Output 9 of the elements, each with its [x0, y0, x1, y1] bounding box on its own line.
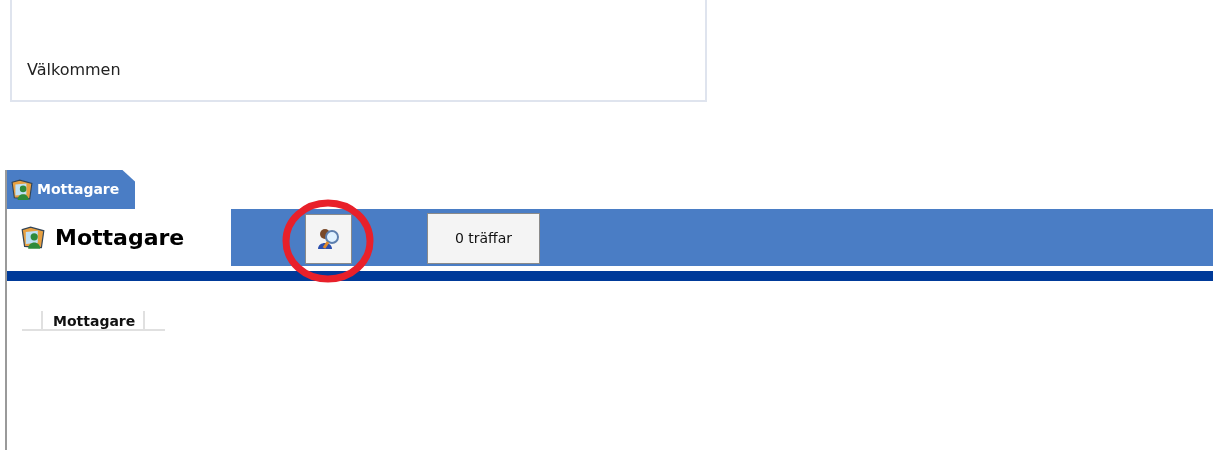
person-map-icon	[21, 225, 45, 250]
person-search-icon	[315, 227, 342, 251]
search-button[interactable]	[305, 214, 352, 264]
person-map-icon	[11, 178, 33, 201]
welcome-text: Välkommen	[27, 59, 121, 81]
tab[interactable]: Mottagare	[7, 170, 136, 209]
hits-button[interactable]: 0 träffar	[427, 213, 540, 264]
page-title: Mottagare	[55, 224, 185, 252]
column-header: Mottagare	[43, 311, 146, 329]
